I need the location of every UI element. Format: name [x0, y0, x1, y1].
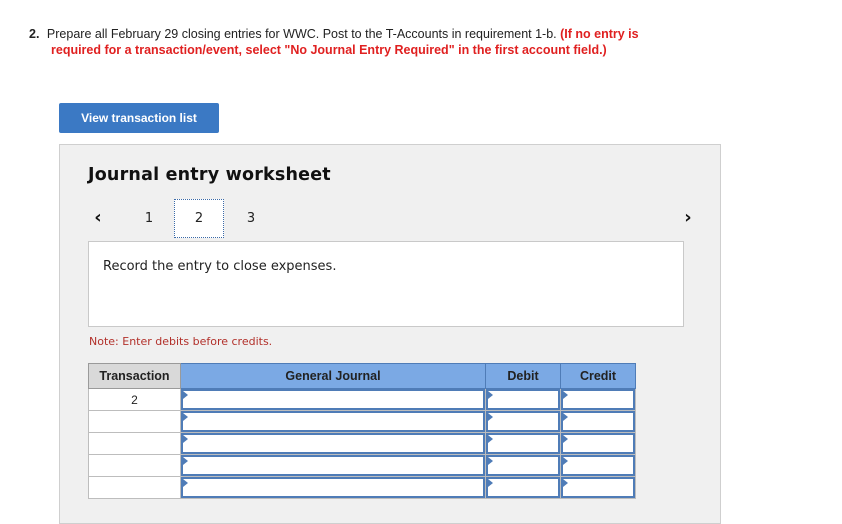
- debit-cell[interactable]: [485, 410, 561, 433]
- credit-cell[interactable]: [560, 454, 636, 477]
- header-general-journal: General Journal: [180, 363, 486, 389]
- question-number: 2.: [29, 27, 40, 41]
- journal-entry-worksheet-panel: Journal entry worksheet ‹ 1 2 3 › Record…: [59, 144, 721, 524]
- account-cell[interactable]: [180, 454, 486, 477]
- debit-credit-note: Note: Enter debits before credits.: [89, 335, 273, 348]
- debit-input[interactable]: [486, 433, 560, 454]
- account-select[interactable]: [181, 411, 485, 432]
- credit-cell[interactable]: [560, 432, 636, 455]
- credit-cell[interactable]: [560, 476, 636, 499]
- chevron-left-icon[interactable]: ‹: [90, 207, 106, 228]
- worksheet-pagination: ‹ 1 2 3 ›: [90, 199, 700, 238]
- entry-description: Record the entry to close expenses.: [103, 259, 337, 274]
- page-2-current[interactable]: 2: [174, 199, 224, 238]
- table-row: 2: [88, 388, 636, 411]
- table-row: [88, 454, 636, 477]
- debit-cell[interactable]: [485, 476, 561, 499]
- page-1[interactable]: 1: [137, 203, 161, 233]
- transaction-cell: [88, 410, 181, 433]
- table-row: [88, 410, 636, 433]
- debit-input[interactable]: [486, 455, 560, 476]
- credit-cell[interactable]: [560, 410, 636, 433]
- transaction-cell: 2: [88, 388, 181, 411]
- account-cell[interactable]: [180, 476, 486, 499]
- debit-cell[interactable]: [485, 432, 561, 455]
- debit-input[interactable]: [486, 411, 560, 432]
- credit-input[interactable]: [561, 433, 635, 454]
- question-prompt: Prepare all February 29 closing entries …: [46, 27, 557, 41]
- transaction-cell: [88, 476, 181, 499]
- account-cell[interactable]: [180, 410, 486, 433]
- credit-input[interactable]: [561, 455, 635, 476]
- debit-cell[interactable]: [485, 388, 561, 411]
- transaction-cell: [88, 432, 181, 455]
- debit-input[interactable]: [486, 389, 560, 410]
- credit-input[interactable]: [561, 411, 635, 432]
- credit-cell[interactable]: [560, 388, 636, 411]
- worksheet-title: Journal entry worksheet: [88, 165, 331, 185]
- debit-cell[interactable]: [485, 454, 561, 477]
- account-cell[interactable]: [180, 388, 486, 411]
- page-3[interactable]: 3: [239, 203, 263, 233]
- credit-input[interactable]: [561, 389, 635, 410]
- account-select[interactable]: [181, 389, 485, 410]
- view-transaction-list-button[interactable]: View transaction list: [59, 103, 219, 133]
- question-text: 2. Prepare all February 29 closing entri…: [29, 26, 659, 58]
- debit-input[interactable]: [486, 477, 560, 498]
- header-debit: Debit: [485, 363, 561, 389]
- entry-description-box: Record the entry to close expenses.: [88, 241, 684, 327]
- account-select[interactable]: [181, 477, 485, 498]
- account-select[interactable]: [181, 455, 485, 476]
- table-row: [88, 476, 636, 499]
- chevron-right-icon[interactable]: ›: [680, 207, 696, 228]
- table-row: [88, 432, 636, 455]
- account-cell[interactable]: [180, 432, 486, 455]
- header-transaction: Transaction: [88, 363, 181, 389]
- header-credit: Credit: [560, 363, 636, 389]
- credit-input[interactable]: [561, 477, 635, 498]
- transaction-cell: [88, 454, 181, 477]
- journal-table: Transaction General Journal Debit Credit…: [88, 363, 636, 499]
- account-select[interactable]: [181, 433, 485, 454]
